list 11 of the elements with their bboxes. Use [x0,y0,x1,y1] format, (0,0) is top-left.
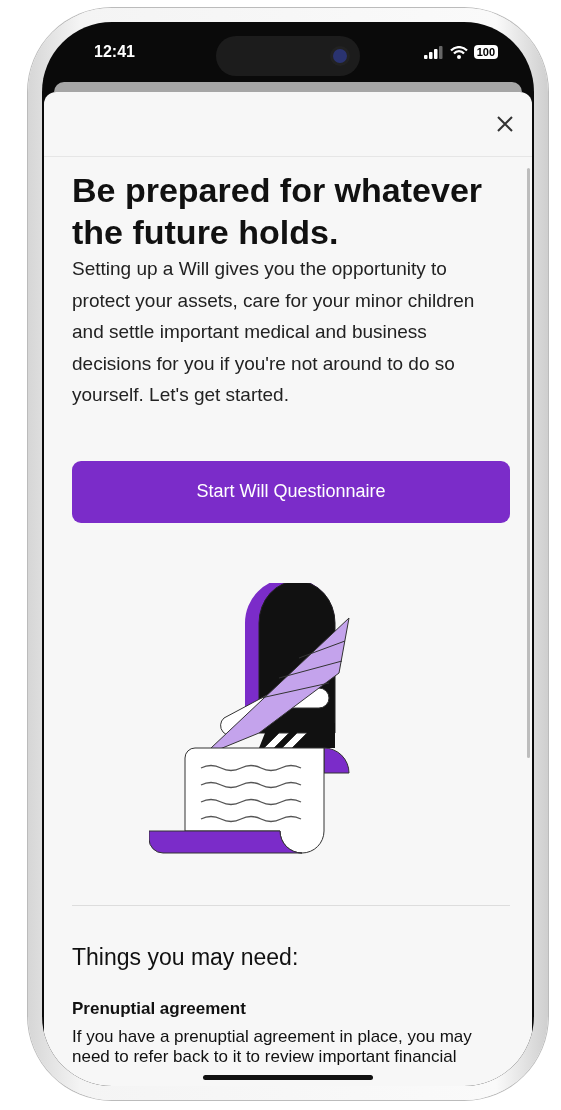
wifi-icon [449,45,468,59]
status-time: 12:41 [94,43,135,61]
sheet-title: Be prepared for whatever the future holds. [72,170,484,253]
item-title: Prenuptial agreement [72,998,247,1019]
section-title: Things you may need: [72,943,300,971]
close-icon [496,115,514,133]
signal-icon [423,45,444,59]
item-description: If you have a prenuptial agreement in place, you may need to refer back to it to review important financial [72,1026,473,1067]
intro-text: Setting up a Will gives you the opportunity to protect your assets, care for your minor children and settle important medical and business decisions for you if you're not around to do so yourself. Let's get started. [72,257,476,407]
start-questionnaire-button[interactable]: Start Will Questionnaire [72,460,510,523]
battery-level: 100 [473,45,498,59]
